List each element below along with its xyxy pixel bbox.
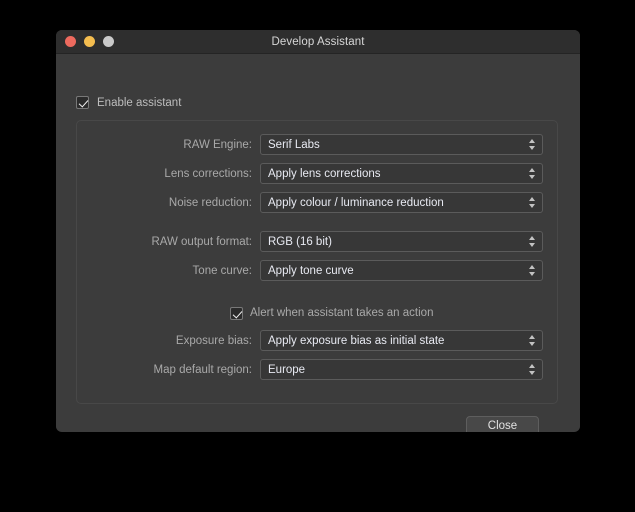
select-raw-engine-value: Serif Labs [268,138,320,151]
chevron-updown-icon[interactable] [528,193,536,212]
chevron-up-icon [529,168,535,172]
minimize-window-icon[interactable] [84,36,95,47]
chevron-up-icon [529,335,535,339]
label-exposure-bias: Exposure bias: [175,334,252,347]
select-raw-engine[interactable]: Serif Labs [260,134,543,155]
traffic-light-group [65,30,114,53]
chevron-up-icon [529,265,535,269]
row-map-default-region: Map default region: Europe [77,359,543,380]
select-tone-curve-value: Apply tone curve [268,264,354,277]
window-body: Enable assistant RAW Engine: Serif Labs [56,54,580,432]
enable-assistant-checkbox-row[interactable]: Enable assistant [76,96,181,109]
alert-when-assistant-acts-label: Alert when assistant takes an action [250,307,434,319]
develop-assistant-window: Develop Assistant Enable assistant RAW E… [56,30,580,432]
row-raw-engine: RAW Engine: Serif Labs [77,134,543,155]
zoom-window-icon[interactable] [103,36,114,47]
chevron-down-icon [529,243,535,247]
label-raw-output-format: RAW output format: [151,235,252,248]
chevron-down-icon [529,272,535,276]
chevron-updown-icon[interactable] [528,135,536,154]
chevron-down-icon [529,371,535,375]
close-button[interactable]: Close [466,416,539,432]
chevron-down-icon [529,342,535,346]
chevron-up-icon [529,236,535,240]
select-lens-corrections-value: Apply lens corrections [268,167,381,180]
chevron-updown-icon[interactable] [528,164,536,183]
select-noise-reduction[interactable]: Apply colour / luminance reduction [260,192,543,213]
chevron-down-icon [529,175,535,179]
chevron-down-icon [529,204,535,208]
label-raw-engine: RAW Engine: [183,138,252,151]
select-map-default-region[interactable]: Europe [260,359,543,380]
select-exposure-bias[interactable]: Apply exposure bias as initial state [260,330,543,351]
label-tone-curve: Tone curve: [192,264,252,277]
chevron-up-icon [529,139,535,143]
alert-when-assistant-acts-checkbox[interactable] [230,306,243,320]
close-window-icon[interactable] [65,36,76,47]
desktop-background: Develop Assistant Enable assistant RAW E… [0,0,635,512]
chevron-up-icon [529,364,535,368]
chevron-updown-icon[interactable] [528,261,536,280]
row-noise-reduction: Noise reduction: Apply colour / luminanc… [77,192,543,213]
select-raw-output-format[interactable]: RGB (16 bit) [260,231,543,252]
chevron-updown-icon[interactable] [528,232,536,251]
select-raw-output-format-value: RGB (16 bit) [268,235,332,248]
alert-checkbox-row[interactable]: Alert when assistant takes an action [230,305,433,321]
label-lens-corrections: Lens corrections: [164,167,252,180]
select-noise-reduction-value: Apply colour / luminance reduction [268,196,444,209]
select-map-default-region-value: Europe [268,363,306,376]
row-exposure-bias: Exposure bias: Apply exposure bias as in… [77,330,543,351]
chevron-updown-icon[interactable] [528,360,536,379]
row-tone-curve: Tone curve: Apply tone curve [77,260,543,281]
label-map-default-region: Map default region: [153,363,252,376]
enable-assistant-checkbox[interactable] [76,96,89,109]
chevron-up-icon [529,197,535,201]
select-exposure-bias-value: Apply exposure bias as initial state [268,334,445,347]
chevron-updown-icon[interactable] [528,331,536,350]
select-lens-corrections[interactable]: Apply lens corrections [260,163,543,184]
enable-assistant-label: Enable assistant [97,96,182,109]
window-title: Develop Assistant [271,35,365,48]
window-titlebar[interactable]: Develop Assistant [56,30,580,54]
row-raw-output-format: RAW output format: RGB (16 bit) [77,231,543,252]
select-tone-curve[interactable]: Apply tone curve [260,260,543,281]
label-noise-reduction: Noise reduction: [168,196,252,209]
row-lens-corrections: Lens corrections: Apply lens corrections [77,163,543,184]
chevron-down-icon [529,146,535,150]
assistant-settings-panel: RAW Engine: Serif Labs Lens corrections:… [76,120,558,404]
